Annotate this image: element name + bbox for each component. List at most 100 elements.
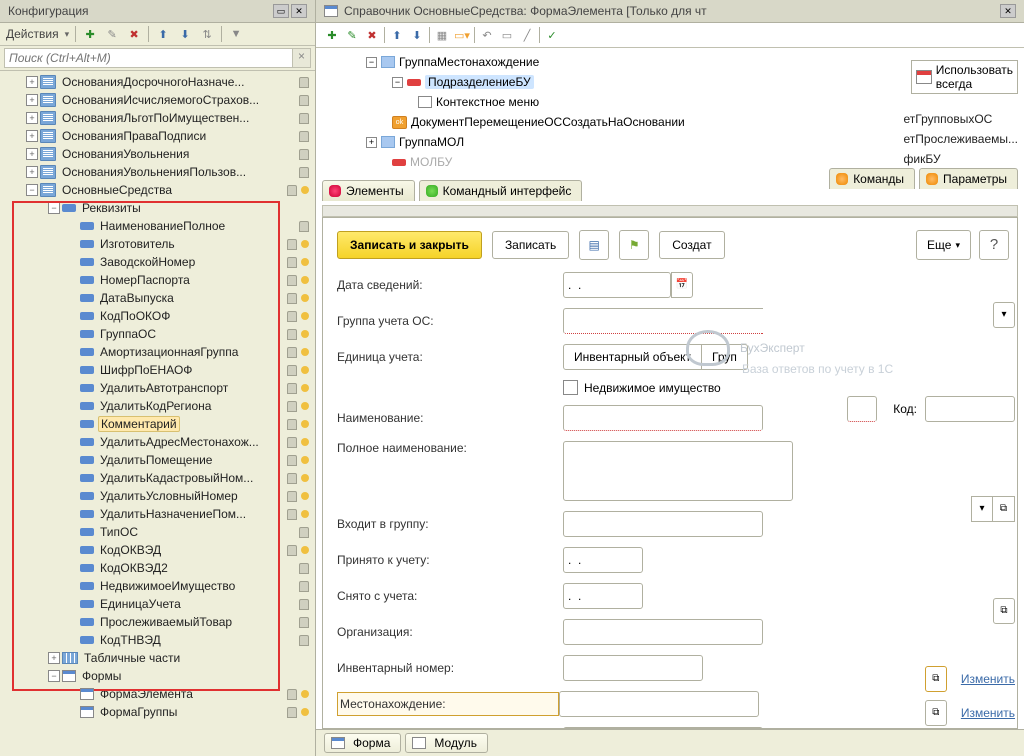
seg-group[interactable]: Груп <box>702 344 748 370</box>
tree-item[interactable]: ДокументПеремещениеОССоздатьНаОсновании <box>411 115 685 129</box>
expand-icon[interactable]: + <box>366 137 377 148</box>
tree-item[interactable]: КодПоОКОФ <box>98 308 172 324</box>
collapse-icon[interactable]: − <box>48 670 60 682</box>
use-always-button[interactable]: Использоватьвсегда <box>911 60 1018 94</box>
removed-field[interactable] <box>563 583 643 609</box>
change-mol-link[interactable]: Изменить <box>961 706 1015 720</box>
tree-item[interactable]: УдалитьПомещение <box>98 452 214 468</box>
minimize-icon[interactable]: ▭ <box>273 4 289 18</box>
invno-field[interactable] <box>563 655 703 681</box>
collapse-icon[interactable]: − <box>48 202 60 214</box>
expand-icon[interactable]: + <box>26 76 38 88</box>
ingroup-field[interactable] <box>563 511 763 537</box>
open-icon[interactable]: ⧉ <box>925 666 947 692</box>
tree-item-selected[interactable]: ПодразделениеБУ <box>425 75 534 89</box>
tree-item[interactable]: УдалитьАдресМестонахож... <box>98 434 261 450</box>
open-icon[interactable]: ⧉ <box>993 496 1015 522</box>
mol-field[interactable] <box>563 727 763 729</box>
undo-icon[interactable]: ↶ <box>479 27 495 43</box>
filter-icon[interactable]: ▼ <box>228 26 244 42</box>
tree-item[interactable]: ЕдиницаУчета <box>98 596 183 612</box>
wand-button[interactable]: ⚑ <box>619 230 649 260</box>
edit-icon[interactable]: ✎ <box>104 26 120 42</box>
add-icon[interactable]: ✚ <box>82 26 98 42</box>
tree-item[interactable]: ОснованияПраваПодписи <box>60 128 208 144</box>
select-icon[interactable]: ▭ <box>499 27 515 43</box>
tree-item[interactable]: ГруппаОС <box>98 326 158 342</box>
open-icon[interactable]: ⧉ <box>925 700 947 726</box>
tree-item[interactable]: ШифрПоЕНАОФ <box>98 362 194 378</box>
calendar-icon[interactable]: 📅 <box>671 272 693 298</box>
close-icon[interactable]: ✕ <box>1000 4 1016 18</box>
config-tree[interactable]: +ОснованияДосрочногоНазначе... +Основани… <box>0 71 315 756</box>
tree-item[interactable]: ОснованияУвольненияПользов... <box>60 164 248 180</box>
tree-item[interactable]: ОснованияИсчисляемогоСтрахов... <box>60 92 261 108</box>
search-input[interactable] <box>4 48 293 68</box>
edit-icon[interactable]: ✎ <box>344 27 360 43</box>
delete-icon[interactable]: ✖ <box>364 27 380 43</box>
expand-icon[interactable]: + <box>48 652 60 664</box>
save-close-button[interactable]: Записать и закрыть <box>337 231 482 259</box>
grid-icon[interactable]: ▦ <box>434 27 450 43</box>
date-field[interactable] <box>563 272 671 298</box>
tree-item[interactable]: Контекстное меню <box>436 95 539 109</box>
tree-item[interactable]: ДатаВыпуска <box>98 290 176 306</box>
tree-item[interactable]: УдалитьАвтотранспорт <box>98 380 230 396</box>
tab-elements[interactable]: Элементы <box>322 180 415 201</box>
bottom-tab-module[interactable]: Модуль <box>405 733 488 753</box>
sort-icon[interactable]: ⇅ <box>199 26 215 42</box>
tree-item[interactable]: КодТНВЭД <box>98 632 163 648</box>
taken-field[interactable] <box>563 547 643 573</box>
tree-item[interactable]: ПрослеживаемыйТовар <box>98 614 234 630</box>
list-button[interactable]: ▤ <box>579 230 609 260</box>
scrollbar-h[interactable] <box>322 205 1018 217</box>
tab-params[interactable]: Параметры <box>919 168 1018 189</box>
open-icon[interactable]: ⧉ <box>993 598 1015 624</box>
real-estate-checkbox[interactable] <box>563 380 578 395</box>
tree-item[interactable]: УдалитьУсловныйНомер <box>98 488 240 504</box>
up-icon[interactable]: ⬆ <box>155 26 171 42</box>
tree-item[interactable]: УдалитьНазначениеПом... <box>98 506 248 522</box>
tree-item[interactable]: ГруппаМестонахождение <box>399 55 539 69</box>
tree-item[interactable]: Реквизиты <box>80 200 143 216</box>
tree-item[interactable]: ГруппаМОЛ <box>399 135 464 149</box>
expand-icon[interactable]: + <box>26 130 38 142</box>
create-button[interactable]: Создат <box>659 231 724 259</box>
close-icon[interactable]: ✕ <box>291 4 307 18</box>
chevron-down-icon[interactable]: ▾ <box>971 496 993 522</box>
name-ext-field[interactable] <box>847 396 877 422</box>
up-icon[interactable]: ⬆ <box>389 27 405 43</box>
tree-item[interactable]: ЗаводскойНомер <box>98 254 197 270</box>
down-icon[interactable]: ⬇ <box>177 26 193 42</box>
tree-item[interactable]: ТипОС <box>98 524 140 540</box>
bottom-tab-form[interactable]: Форма <box>324 733 401 753</box>
search-clear-icon[interactable]: × <box>293 48 311 68</box>
chevron-down-icon[interactable]: ▾ <box>993 302 1015 328</box>
tree-item[interactable]: УдалитьКадастровыйНом... <box>98 470 255 486</box>
tree-item[interactable]: НедвижимоеИмущество <box>98 578 237 594</box>
tree-item[interactable]: Формы <box>80 668 123 684</box>
tree-item[interactable]: КодОКВЭД <box>98 542 163 558</box>
line-icon[interactable]: ╱ <box>519 27 535 43</box>
location-field[interactable] <box>559 691 759 717</box>
fullname-field[interactable] <box>563 441 793 501</box>
tree-item[interactable]: АмортизационнаяГруппа <box>98 344 240 360</box>
expand-icon[interactable]: + <box>26 94 38 106</box>
add-icon[interactable]: ✚ <box>324 27 340 43</box>
tree-item[interactable]: УдалитьКодРегиона <box>98 398 213 414</box>
tree-item[interactable]: ФормаГруппы <box>98 704 179 720</box>
seg-inventory[interactable]: Инвентарный объект <box>563 344 702 370</box>
help-button[interactable]: ? <box>979 230 1009 260</box>
collapse-icon[interactable]: − <box>366 57 377 68</box>
tree-item[interactable]: НаименованиеПолное <box>98 218 227 234</box>
tree-item[interactable]: ОснованияУвольнения <box>60 146 191 162</box>
tree-item[interactable]: Изготовитель <box>98 236 177 252</box>
tree-item[interactable]: ОсновныеСредства <box>60 182 174 198</box>
tab-commands[interactable]: Команды <box>829 168 915 189</box>
screen-icon[interactable]: ▭▾ <box>454 27 470 43</box>
name-field[interactable] <box>563 405 763 431</box>
collapse-icon[interactable]: − <box>26 184 38 196</box>
tree-item[interactable]: Табличные части <box>82 650 182 666</box>
down-icon[interactable]: ⬇ <box>409 27 425 43</box>
group-field[interactable] <box>563 308 763 334</box>
